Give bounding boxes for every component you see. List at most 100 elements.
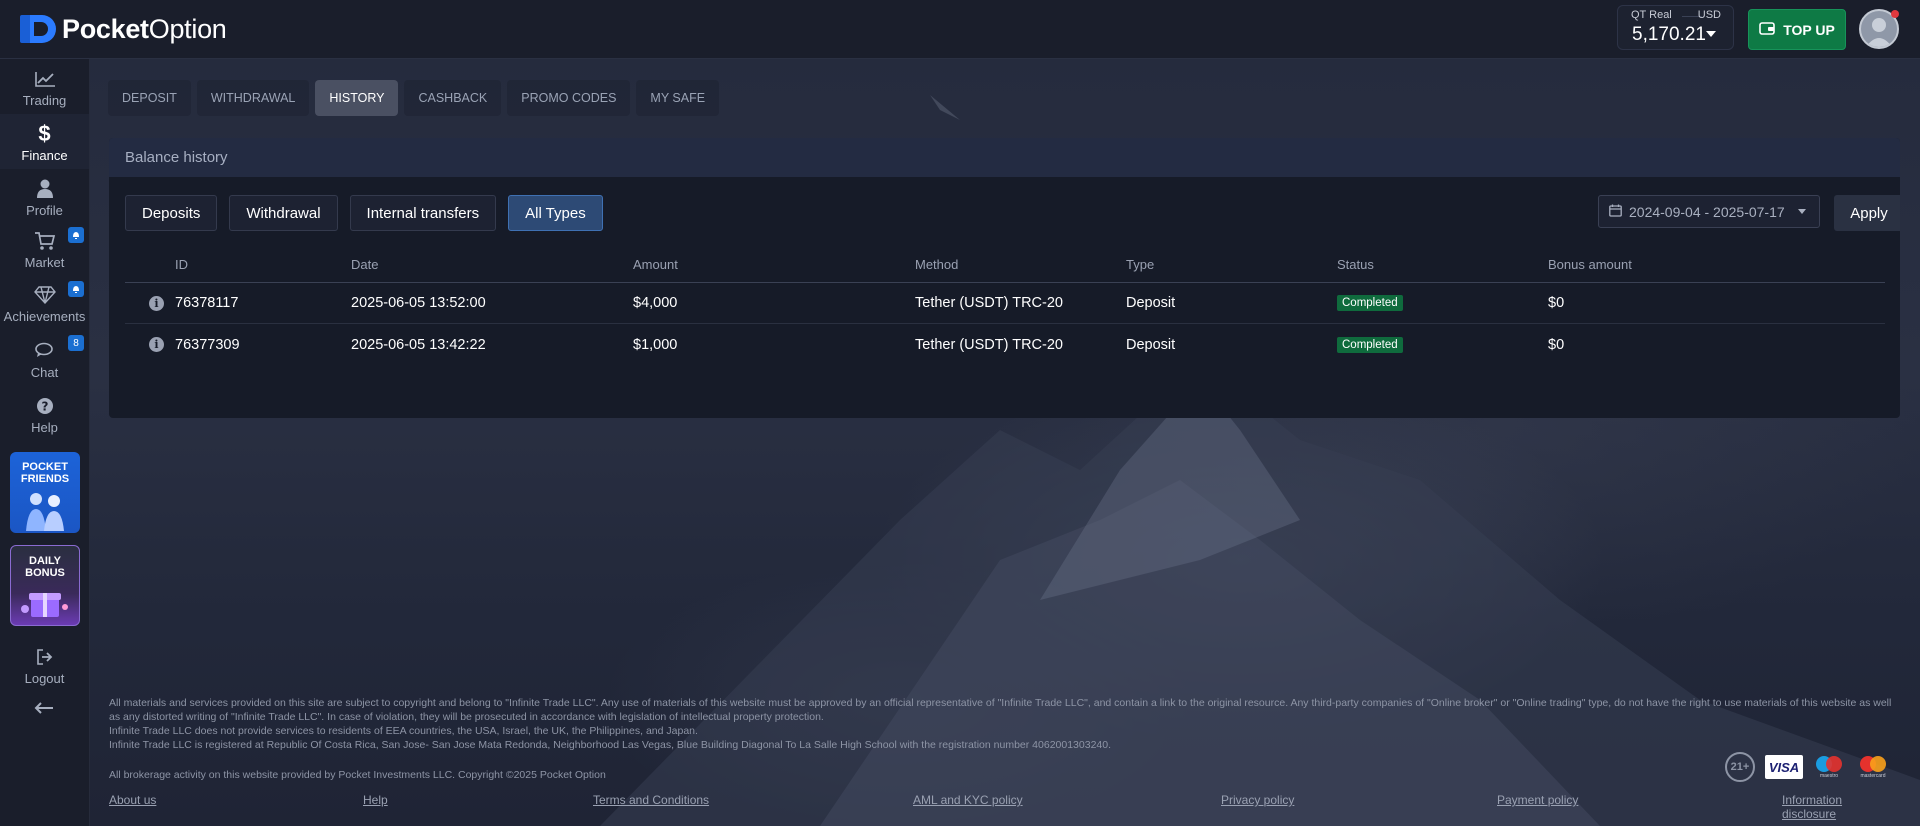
sidebar-item-label: Logout	[24, 671, 65, 686]
type-filters: Deposits Withdrawal Internal transfers A…	[125, 195, 603, 231]
column-header-status[interactable]: Status	[1337, 247, 1374, 282]
column-header-date[interactable]: Date	[351, 247, 378, 282]
age-21-plus-icon: 21+	[1724, 752, 1756, 782]
panel-title: Balance history	[109, 138, 1900, 177]
daily-bonus-banner[interactable]: DAILY BONUS	[10, 545, 80, 626]
row-status: Completed	[1337, 283, 1403, 323]
footer-link-privacy[interactable]: Privacy policy	[1221, 793, 1294, 807]
sidebar-item-label: Trading	[22, 93, 67, 108]
user-icon	[36, 177, 53, 201]
dollar-icon: $	[38, 121, 51, 146]
logout-icon	[36, 645, 54, 669]
legal-disclaimer: All materials and services provided on t…	[109, 696, 1899, 752]
column-header-bonus[interactable]: Bonus amount	[1548, 247, 1632, 282]
account-balance: 5,170.21	[1632, 24, 1706, 45]
chevron-down-icon	[1706, 31, 1716, 37]
tab-cashback[interactable]: CASHBACK	[404, 80, 502, 116]
filter-internal-transfers-button[interactable]: Internal transfers	[349, 195, 497, 231]
column-header-method[interactable]: Method	[915, 247, 958, 282]
daily-bonus-label: DAILY BONUS	[25, 555, 65, 579]
filter-all-types-button[interactable]: All Types	[508, 195, 603, 231]
tab-promo-codes[interactable]: PROMO CODES	[507, 80, 631, 116]
sidebar-item-label: Market	[24, 255, 65, 270]
question-icon: ?	[36, 394, 54, 418]
top-up-label: TOP UP	[1783, 21, 1835, 38]
tab-withdrawal[interactable]: WITHDRAWAL	[196, 80, 310, 116]
pocket-friends-banner[interactable]: POCKET FRIENDS	[10, 452, 80, 533]
sidebar-item-finance[interactable]: $ Finance	[0, 114, 89, 169]
left-sidebar: Trading $ Finance Profile Market Achieve…	[0, 59, 90, 826]
column-header-id[interactable]: ID	[175, 247, 188, 282]
sidebar-item-profile[interactable]: Profile	[0, 169, 89, 224]
mastercard-logo-icon: mastercard	[1856, 752, 1890, 782]
brand-logo[interactable]: PocketOption	[20, 13, 227, 45]
footer-link-payment[interactable]: Payment policy	[1497, 793, 1578, 807]
row-info-button[interactable]: i	[149, 283, 164, 323]
history-table: ID Date Amount Method Type Status Bonus …	[125, 247, 1885, 365]
cart-icon	[34, 229, 56, 253]
sidebar-item-label: Achievements	[3, 309, 86, 324]
friends-illustration-icon	[26, 493, 64, 531]
footer-links: About us Help Terms and Conditions AML a…	[109, 793, 1899, 821]
top-up-button[interactable]: TOP UP	[1748, 9, 1846, 50]
disclaimer-copyright: All materials and services provided on t…	[109, 697, 1892, 723]
row-info-button[interactable]: i	[149, 324, 164, 365]
notification-dot	[1891, 10, 1899, 18]
balance-history-panel: Balance history Deposits Withdrawal Inte…	[109, 138, 1900, 418]
row-status: Completed	[1337, 324, 1403, 365]
footer-link-about[interactable]: About us	[109, 793, 156, 807]
pocket-friends-label: POCKET FRIENDS	[20, 461, 70, 485]
account-selector[interactable]: QT Real USD 5,170.21	[1617, 5, 1734, 50]
sidebar-item-trading[interactable]: Trading	[0, 59, 89, 114]
row-type: Deposit	[1126, 336, 1176, 353]
table-row[interactable]: i 76378117 2025-06-05 13:52:00 $4,000 Te…	[125, 283, 1885, 324]
filter-deposits-button[interactable]: Deposits	[125, 195, 218, 231]
tab-history[interactable]: HISTORY	[315, 80, 399, 116]
footer-link-terms[interactable]: Terms and Conditions	[593, 793, 709, 807]
finance-tabs: DEPOSIT WITHDRAWAL HISTORY CASHBACK PROM…	[108, 80, 720, 116]
copyright-text: All brokerage activity on this website p…	[109, 769, 606, 781]
chart-line-icon	[34, 67, 56, 91]
sidebar-item-help[interactable]: ? Help	[0, 386, 89, 441]
sidebar-item-label: Help	[31, 420, 58, 435]
column-header-type[interactable]: Type	[1126, 247, 1154, 282]
row-type: Deposit	[1126, 295, 1176, 311]
footer-link-aml-kyc[interactable]: AML and KYC policy	[913, 793, 1023, 807]
chat-unread-badge: 8	[68, 335, 84, 351]
wallet-icon	[1759, 21, 1775, 38]
sidebar-item-label: Chat	[30, 365, 59, 380]
row-method: Tether (USDT) TRC-20	[915, 336, 1063, 353]
diamond-icon	[33, 283, 56, 307]
achievements-notification-badge	[68, 281, 84, 297]
calendar-icon	[1609, 204, 1622, 220]
tab-my-safe[interactable]: MY SAFE	[636, 80, 720, 116]
gift-box-icon	[21, 593, 68, 617]
footer-link-help[interactable]: Help	[363, 793, 388, 807]
column-header-amount[interactable]: Amount	[633, 247, 678, 282]
row-date: 2025-06-05 13:52:00	[351, 295, 486, 311]
chat-icon	[34, 339, 56, 363]
sidebar-item-label: Finance	[21, 148, 68, 163]
sidebar-item-logout[interactable]: Logout	[0, 637, 89, 692]
row-id: 76377309	[175, 336, 240, 353]
status-badge: Completed	[1337, 295, 1403, 311]
row-id: 76378117	[175, 295, 239, 311]
disclaimer-registration: Infinite Trade LLC is registered at Repu…	[109, 739, 1112, 751]
visa-logo-icon: VISA	[1764, 752, 1804, 782]
table-header: ID Date Amount Method Type Status Bonus …	[125, 247, 1885, 283]
pocket-option-logo-icon	[20, 13, 56, 45]
svg-text:?: ?	[41, 400, 48, 414]
table-row[interactable]: i 76377309 2025-06-05 13:42:22 $1,000 Te…	[125, 324, 1885, 365]
info-icon: i	[149, 295, 164, 311]
collapse-sidebar-arrow-icon[interactable]	[34, 699, 54, 718]
status-badge: Completed	[1337, 336, 1403, 353]
user-avatar[interactable]	[1859, 9, 1899, 49]
date-range-picker[interactable]: 2024-09-04 - 2025-07-17	[1598, 195, 1820, 228]
chevron-down-icon	[1797, 209, 1806, 214]
apply-button[interactable]: Apply	[1834, 195, 1900, 231]
account-currency: USD	[1697, 9, 1721, 21]
row-date: 2025-06-05 13:42:22	[351, 336, 486, 353]
filter-withdrawal-button[interactable]: Withdrawal	[229, 195, 338, 231]
footer-link-disclosure[interactable]: Information disclosure	[1782, 793, 1899, 821]
tab-deposit[interactable]: DEPOSIT	[108, 80, 191, 116]
